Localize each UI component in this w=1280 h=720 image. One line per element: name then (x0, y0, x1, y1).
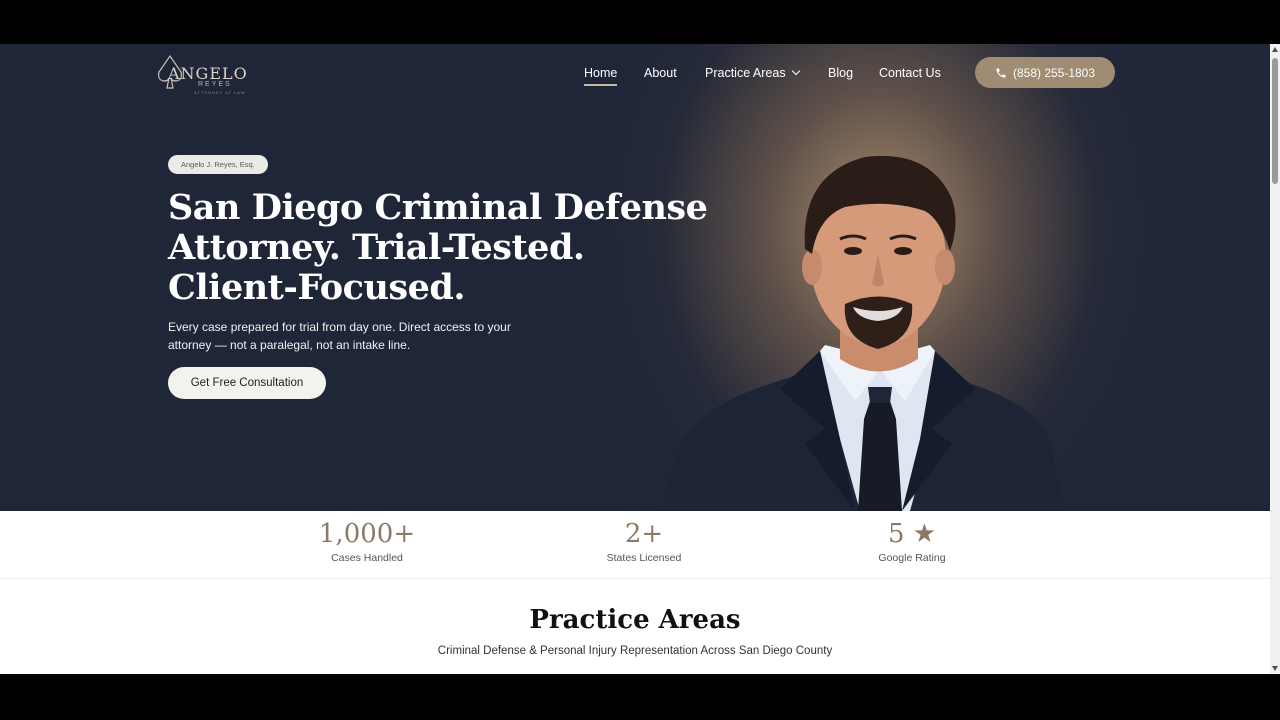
practice-areas-subtitle: Criminal Defense & Personal Injury Repre… (437, 645, 833, 657)
letterbox-bottom (0, 674, 1280, 720)
stat-label: States Licensed (606, 552, 682, 564)
stats-bar: 1,000+ Cases Handled 2+ States Licensed … (0, 511, 1270, 579)
nav-blog[interactable]: Blog (828, 66, 853, 80)
chevron-down-icon (791, 66, 800, 76)
headline-line-3: Client-Focused. (168, 267, 466, 308)
scrollbar-thumb[interactable] (1272, 58, 1278, 184)
hero-headline: San Diego Criminal Defense Attorney. Tri… (168, 187, 708, 308)
stat-label: Google Rating (878, 552, 946, 564)
headline-line-1: San Diego Criminal Defense (168, 187, 708, 228)
attorney-portrait (660, 155, 1065, 511)
practice-areas-section: Practice Areas Criminal Defense & Person… (0, 579, 1270, 674)
practice-areas-title: Practice Areas (529, 605, 741, 635)
stat-label: Cases Handled (331, 552, 403, 564)
nav-practice-areas-label: Practice Areas (705, 66, 786, 80)
phone-icon (996, 68, 1006, 77)
free-consultation-button[interactable]: Get Free Consultation (168, 367, 326, 399)
nav-contact-us[interactable]: Contact Us (879, 66, 941, 80)
browser-viewport: ANGELO REYES ATTORNEY AT LAW Home About … (0, 44, 1270, 674)
stat-states: 2+ States Licensed (564, 518, 724, 564)
letterbox-top (0, 0, 1280, 44)
stat-value: 1,000+ (318, 519, 416, 549)
headline-line-2: Attorney. Trial-Tested. (168, 227, 585, 268)
stat-cases: 1,000+ Cases Handled (287, 518, 447, 564)
nav-practice-areas[interactable]: Practice Areas (705, 66, 800, 80)
stat-value: 2+ (624, 519, 664, 549)
logo-sub: REYES (198, 81, 232, 88)
hero-section: ANGELO REYES ATTORNEY AT LAW Home About … (0, 44, 1270, 511)
scroll-down-icon[interactable] (1272, 666, 1278, 671)
page-scrollbar[interactable] (1270, 44, 1280, 674)
stat-value: 5 ★ (887, 519, 937, 549)
phone-call-button[interactable]: (858) 255-1803 (975, 57, 1115, 88)
scroll-up-icon[interactable] (1272, 47, 1278, 52)
stat-rating: 5 ★ Google Rating (832, 518, 992, 564)
phone-number: (858) 255-1803 (1012, 65, 1096, 80)
nav-home[interactable]: Home (584, 66, 618, 86)
logo-tag: ATTORNEY AT LAW (194, 90, 246, 95)
site-logo[interactable]: ANGELO REYES ATTORNEY AT LAW (156, 52, 247, 96)
hero-subcopy: Every case prepared for trial from day o… (168, 320, 511, 352)
attorney-badge: Angelo J. Reyes, Esq. (168, 155, 268, 174)
nav-about[interactable]: About (644, 66, 677, 80)
